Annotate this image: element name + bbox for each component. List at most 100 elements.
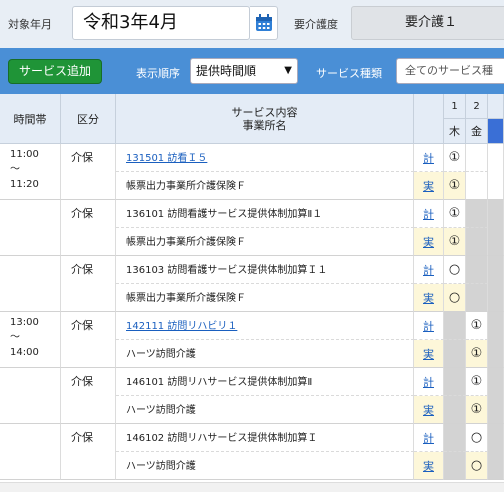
calendar-icon: [255, 14, 272, 31]
calendar-button[interactable]: [250, 6, 278, 40]
time-separator: 〜: [10, 332, 20, 343]
order-label: 表示順序: [136, 67, 180, 80]
kubun-cell: 介保: [61, 256, 116, 312]
header-day-dow: 金: [466, 119, 488, 144]
time-start: 13:00: [10, 317, 39, 328]
service-link[interactable]: 131501 訪看Ｉ５: [126, 153, 207, 164]
day-cell-partial[interactable]: [488, 256, 504, 312]
header-service: サービス内容 事業所名: [116, 94, 414, 144]
actual-link[interactable]: 実: [414, 172, 444, 200]
service-text: 146101 訪問リハサービス提供体制加算Ⅱ: [126, 377, 313, 388]
plan-mark-cell[interactable]: ○: [466, 424, 488, 452]
plan-mark-cell[interactable]: ①: [444, 144, 466, 172]
order-select[interactable]: 提供時間順 ▼: [190, 58, 298, 84]
time-cell: [0, 256, 61, 312]
header-spacer: [414, 94, 444, 144]
actual-mark-cell[interactable]: ①: [466, 340, 488, 368]
actual-link[interactable]: 実: [414, 396, 444, 424]
service-content-cell: 136101 訪問看護サービス提供体制加算Ⅱ１: [116, 200, 414, 228]
time-cell: [0, 368, 61, 424]
day-cell-partial[interactable]: [488, 200, 504, 256]
kubun-cell: 介保: [61, 312, 116, 368]
actual-link[interactable]: 実: [414, 284, 444, 312]
plan-mark-cell[interactable]: [466, 200, 488, 228]
actual-link[interactable]: 実: [414, 228, 444, 256]
office-name-cell: 帳票出力事業所介護保険Ｆ: [116, 172, 414, 200]
plan-mark-cell[interactable]: ①: [466, 312, 488, 340]
plan-mark-cell[interactable]: [444, 368, 466, 396]
plan-mark-cell[interactable]: [466, 256, 488, 284]
plan-mark-cell[interactable]: ○: [444, 256, 466, 284]
office-name-cell: ハーツ訪問介護: [116, 452, 414, 480]
service-content-cell: 146102 訪問リハサービス提供体制加算Ｉ: [116, 424, 414, 452]
actual-link[interactable]: 実: [414, 340, 444, 368]
header-day-num: 1: [444, 94, 466, 119]
plan-link[interactable]: 計: [414, 200, 444, 228]
actual-mark-cell[interactable]: [444, 452, 466, 480]
day-cell-partial[interactable]: [488, 312, 504, 368]
top-bar: 対象年月 令和3年4月 要介護度 要介護１: [0, 0, 504, 48]
office-name-cell: 帳票出力事業所介護保険Ｆ: [116, 284, 414, 312]
header-office-name: 事業所名: [242, 118, 287, 132]
plan-link[interactable]: 計: [414, 256, 444, 284]
time-start: 11:00: [10, 149, 39, 160]
header-day-dow: 木: [444, 119, 466, 144]
kubun-cell: 介保: [61, 200, 116, 256]
actual-mark-cell[interactable]: ①: [466, 396, 488, 424]
kubun-cell: 介保: [61, 144, 116, 200]
plan-link[interactable]: 計: [414, 368, 444, 396]
filter-bar: サービス追加 表示順序 提供時間順 ▼ サービス種類 全てのサービス種: [0, 48, 504, 94]
plan-link[interactable]: 計: [414, 144, 444, 172]
kubun-cell: 介保: [61, 424, 116, 480]
day-cell-partial[interactable]: [488, 144, 504, 200]
service-type-label: サービス種類: [316, 67, 382, 80]
office-name-cell: ハーツ訪問介護: [116, 340, 414, 368]
plan-mark-cell[interactable]: ①: [466, 368, 488, 396]
chevron-down-icon: ▼: [284, 65, 292, 76]
target-month-input[interactable]: 令和3年4月: [72, 6, 250, 40]
actual-mark-cell[interactable]: ①: [444, 228, 466, 256]
header-day-dow-partial: [488, 119, 504, 144]
time-end: 11:20: [10, 179, 39, 190]
actual-mark-cell[interactable]: [466, 228, 488, 256]
service-content-cell[interactable]: 142111 訪問リハビリ１: [116, 312, 414, 340]
actual-mark-cell[interactable]: [444, 340, 466, 368]
actual-mark-cell[interactable]: [444, 396, 466, 424]
header-time: 時間帯: [0, 94, 61, 144]
plan-mark-cell[interactable]: [466, 144, 488, 172]
plan-mark-cell[interactable]: [444, 424, 466, 452]
service-text: 136101 訪問看護サービス提供体制加算Ⅱ１: [126, 209, 323, 220]
actual-link[interactable]: 実: [414, 452, 444, 480]
service-content-cell[interactable]: 131501 訪看Ｉ５: [116, 144, 414, 172]
actual-mark-cell[interactable]: ①: [444, 172, 466, 200]
service-text: 136103 訪問看護サービス提供体制加算Ｉ１: [126, 265, 328, 276]
day-cell-partial[interactable]: [488, 368, 504, 424]
plan-mark-cell[interactable]: [444, 312, 466, 340]
actual-mark-cell[interactable]: ○: [444, 284, 466, 312]
add-service-button[interactable]: サービス追加: [8, 59, 102, 84]
time-cell: 11:00 〜 11:20: [0, 144, 61, 200]
kubun-cell: 介保: [61, 368, 116, 424]
plan-mark-cell[interactable]: ①: [444, 200, 466, 228]
order-select-value: 提供時間順: [196, 64, 257, 78]
actual-mark-cell[interactable]: [466, 284, 488, 312]
time-cell: 13:00 〜 14:00: [0, 312, 61, 368]
actual-mark-cell[interactable]: [466, 172, 488, 200]
time-cell: [0, 200, 61, 256]
service-text: 146102 訪問リハサービス提供体制加算Ｉ: [126, 433, 318, 444]
horizontal-scrollbar[interactable]: [0, 482, 504, 492]
header-day-num: 2: [466, 94, 488, 119]
time-separator: 〜: [10, 164, 20, 175]
day-cell-partial[interactable]: [488, 424, 504, 480]
care-level-value: 要介護１: [351, 6, 504, 40]
service-link[interactable]: 142111 訪問リハビリ１: [126, 321, 237, 332]
header-kubun: 区分: [61, 94, 116, 144]
target-month-label: 対象年月: [8, 18, 52, 31]
service-type-select[interactable]: 全てのサービス種: [396, 58, 504, 84]
header-service-content: サービス内容: [231, 105, 298, 119]
office-name-cell: 帳票出力事業所介護保険Ｆ: [116, 228, 414, 256]
time-cell: [0, 424, 61, 480]
actual-mark-cell[interactable]: ○: [466, 452, 488, 480]
plan-link[interactable]: 計: [414, 424, 444, 452]
plan-link[interactable]: 計: [414, 312, 444, 340]
